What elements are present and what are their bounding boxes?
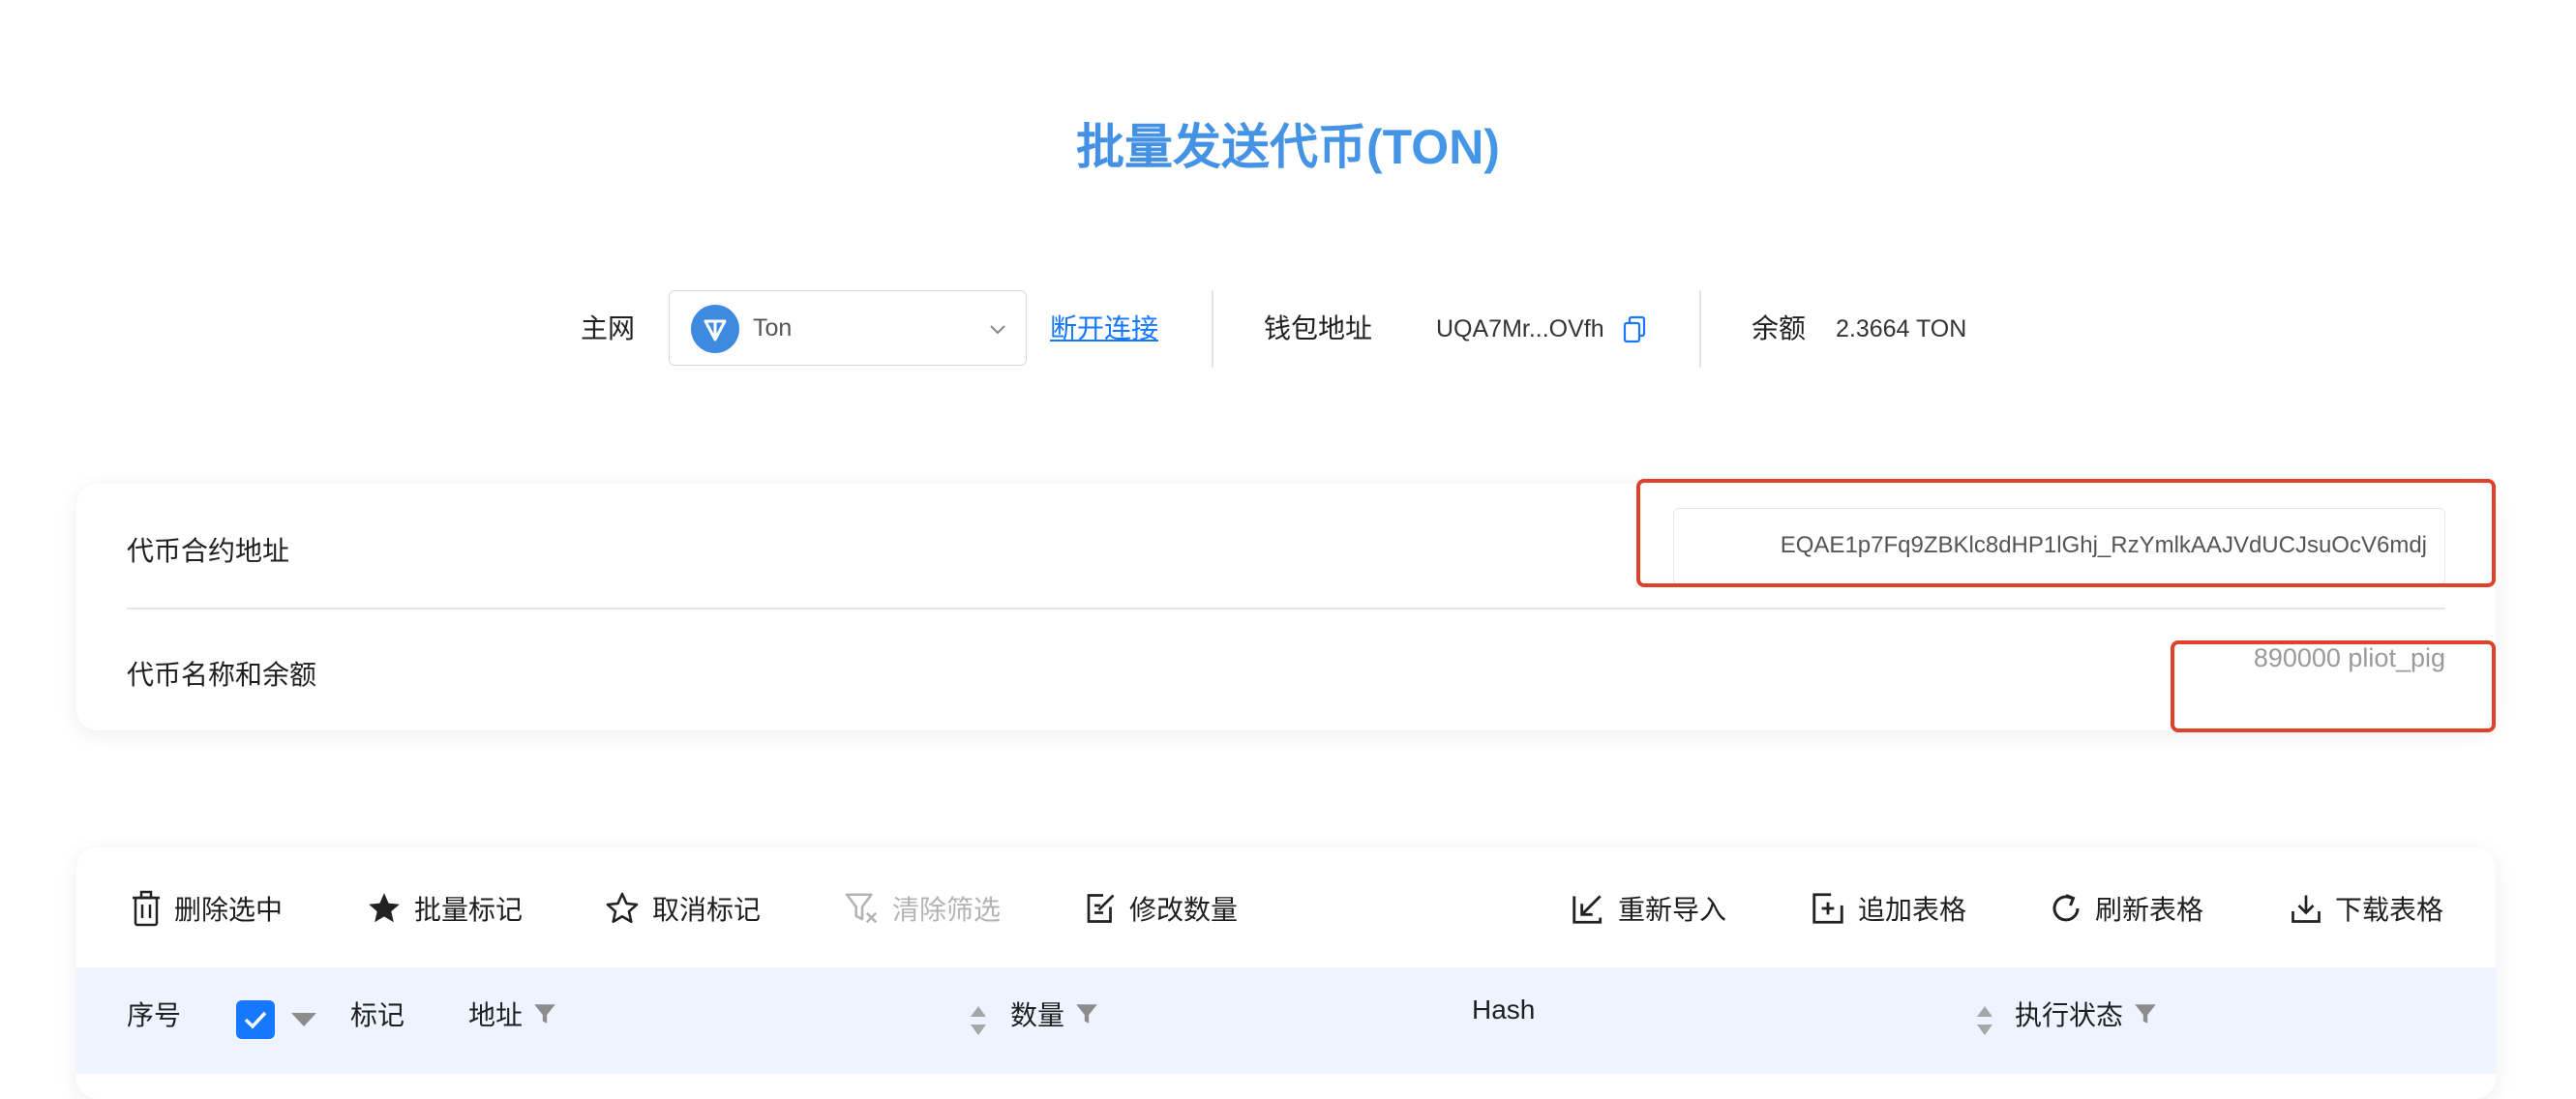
unmark-button[interactable]: 取消标记 (604, 884, 761, 933)
select-all-checkbox[interactable] (236, 1000, 275, 1039)
disconnect-link[interactable]: 断开连接 (1050, 290, 1158, 368)
balance-label: 余额 (1752, 313, 1807, 343)
contract-address-input[interactable]: EQAE1p7Fq9ZBKlc8dHP1lGhj_RzYmlkAAJVdUCJs… (1673, 508, 2445, 585)
delete-selected-label: 删除选中 (174, 895, 284, 925)
col-status: 执行状态 (2015, 995, 2158, 1033)
col-mark: 标记 (350, 1000, 405, 1030)
network-value: Ton (753, 314, 793, 342)
batch-mark-button[interactable]: 批量标记 (366, 884, 523, 933)
check-icon (244, 1011, 267, 1029)
trash-icon (133, 890, 160, 927)
balance-value: 2.3664 TON (1836, 315, 1967, 342)
filter-clear-icon (845, 893, 878, 924)
col-quantity: 数量 (1010, 995, 1099, 1033)
reimport-button[interactable]: 重新导入 (1570, 884, 1726, 933)
add-table-icon (1812, 893, 1843, 924)
network-select[interactable]: Ton (669, 290, 1027, 366)
unmark-label: 取消标记 (652, 895, 762, 925)
wallet-address: UQA7Mr...OVfh (1436, 315, 1604, 342)
col-address-label: 地址 (468, 1000, 524, 1030)
append-table-button[interactable]: 追加表格 (1810, 884, 1966, 933)
divider (127, 608, 2445, 609)
col-address: 地址 (468, 995, 557, 1033)
table-card: 删除选中 批量标记 取消标记 清除筛选 修改数量 重新导入 追加表格 刷新表格 … (76, 847, 2496, 1099)
col-quantity-label: 数量 (1010, 1000, 1065, 1030)
divider (1699, 290, 1701, 368)
clear-filter-label: 清除筛选 (892, 895, 1002, 925)
reimport-label: 重新导入 (1618, 895, 1727, 925)
token-name-balance: 890000 pliot_pig (2253, 643, 2445, 672)
refresh-icon (2052, 894, 2080, 922)
token-name-label: 代币名称和余额 (127, 660, 317, 690)
chevron-down-icon (990, 325, 1005, 335)
ton-logo-icon (691, 305, 739, 353)
col-index: 序号 (127, 1000, 182, 1030)
download-table-label: 下载表格 (2335, 895, 2444, 925)
token-card: 代币合约地址 EQAE1p7Fq9ZBKlc8dHP1lGhj_RzYmlkAA… (76, 484, 2496, 730)
filter-icon[interactable] (2133, 1000, 2158, 1027)
table-header: 序号 标记 地址 数量 Hash 执行状态 (76, 967, 2496, 1074)
filter-icon[interactable] (532, 1000, 557, 1027)
contract-address-label: 代币合约地址 (127, 536, 290, 566)
filter-icon[interactable] (1074, 1000, 1099, 1027)
refresh-table-label: 刷新表格 (2095, 895, 2204, 925)
clear-filter-button[interactable]: 清除筛选 (844, 884, 1001, 933)
connection-bar: 主网 Ton 断开连接 钱包地址 UQA7Mr...OVfh 余额 2.3664… (0, 290, 2576, 368)
delete-selected-button[interactable]: 删除选中 (130, 884, 283, 933)
edit-quantity-label: 修改数量 (1129, 895, 1239, 925)
sort-icon[interactable] (1975, 1004, 1994, 1037)
star-filled-icon (369, 893, 400, 923)
wallet-label: 钱包地址 (1264, 313, 1373, 343)
download-icon (2291, 895, 2321, 923)
import-icon (1573, 895, 1603, 924)
refresh-table-button[interactable]: 刷新表格 (2049, 884, 2203, 933)
sort-icon[interactable] (969, 1004, 988, 1037)
page-title: 批量发送代币(TON) (0, 108, 2576, 178)
star-outline-icon (606, 892, 639, 924)
edit-quantity-button[interactable]: 修改数量 (1083, 884, 1238, 933)
col-hash: Hash (1472, 995, 1536, 1025)
edit-icon (1087, 894, 1115, 923)
batch-mark-label: 批量标记 (414, 895, 524, 925)
append-table-label: 追加表格 (1858, 895, 1967, 925)
network-label: 主网 (581, 313, 636, 343)
download-table-button[interactable]: 下载表格 (2289, 884, 2443, 933)
copy-icon[interactable] (1622, 315, 1647, 344)
divider (1212, 290, 1213, 368)
col-status-label: 执行状态 (2015, 1000, 2124, 1030)
caret-down-icon[interactable] (289, 1010, 318, 1029)
